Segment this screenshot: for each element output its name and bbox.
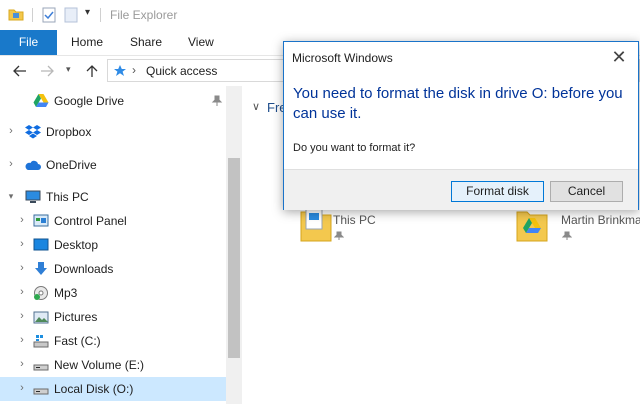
pin-icon[interactable] xyxy=(334,231,344,241)
divider xyxy=(100,8,101,22)
chevron-right-icon[interactable]: › xyxy=(17,382,27,394)
dialog-question: Do you want to format it? xyxy=(293,142,416,154)
nav-item-label: Desktop xyxy=(54,238,99,252)
nav-item-drive-o[interactable]: › Local Disk (O:) xyxy=(0,377,226,401)
star-icon xyxy=(114,65,126,76)
new-folder-icon[interactable] xyxy=(64,7,78,23)
tile-label[interactable]: This PC xyxy=(333,213,376,227)
chevron-right-icon[interactable]: › xyxy=(17,238,27,250)
nav-item-dropbox[interactable]: › Dropbox xyxy=(0,120,226,144)
nav-item-label: This PC xyxy=(46,190,89,204)
back-arrow-icon[interactable] xyxy=(13,65,27,77)
folder-icon[interactable] xyxy=(300,206,332,242)
nav-item-label: OneDrive xyxy=(46,158,97,172)
chevron-down-icon[interactable]: ∨ xyxy=(252,100,260,113)
chevron-right-icon[interactable]: › xyxy=(6,158,16,170)
title-bar: ▾ File Explorer xyxy=(0,0,640,30)
dialog-button-bar: Format disk Cancel xyxy=(284,169,638,210)
disc-drive-icon xyxy=(34,286,48,300)
tab-share[interactable]: Share xyxy=(130,30,162,55)
nav-item-drive-e[interactable]: › New Volume (E:) xyxy=(0,353,226,377)
tab-file[interactable]: File xyxy=(0,30,57,55)
qat-dropdown-icon[interactable]: ▾ xyxy=(85,7,90,18)
nav-item-desktop[interactable]: › Desktop xyxy=(0,233,226,257)
chevron-right-icon[interactable]: › xyxy=(17,358,27,370)
properties-icon[interactable] xyxy=(42,7,56,23)
google-drive-icon xyxy=(33,94,49,107)
dialog-title-bar[interactable]: Microsoft Windows ✕ xyxy=(284,42,638,72)
format-disk-dialog: Microsoft Windows ✕ You need to format t… xyxy=(283,41,639,210)
computer-icon xyxy=(25,190,41,203)
forward-arrow-icon[interactable] xyxy=(40,65,54,77)
nav-item-google-drive[interactable]: Google Drive xyxy=(0,89,226,113)
nav-item-downloads[interactable]: › Downloads xyxy=(0,257,226,281)
tab-home[interactable]: Home xyxy=(71,30,103,55)
chevron-right-icon[interactable]: › xyxy=(17,286,27,298)
nav-scrollbar-thumb[interactable] xyxy=(228,158,240,358)
nav-item-label: Pictures xyxy=(54,310,98,324)
divider xyxy=(32,8,33,22)
download-arrow-icon xyxy=(35,262,47,275)
up-arrow-icon[interactable] xyxy=(86,64,98,78)
nav-item-onedrive[interactable]: › OneDrive xyxy=(0,153,226,177)
chevron-right-icon[interactable]: › xyxy=(17,310,27,322)
chevron-right-icon[interactable]: › xyxy=(6,125,16,137)
nav-item-label: Fast (C:) xyxy=(54,334,101,348)
recent-locations-icon[interactable]: ▾ xyxy=(66,64,71,75)
google-drive-folder-icon[interactable] xyxy=(516,206,548,242)
tile-label[interactable]: Martin Brinkma xyxy=(561,213,640,227)
folder-icon[interactable] xyxy=(8,7,24,21)
address-path[interactable]: Quick access xyxy=(146,64,217,78)
pin-icon[interactable] xyxy=(562,231,572,241)
chevron-right-icon[interactable]: › xyxy=(17,262,27,274)
pin-icon[interactable] xyxy=(211,95,223,107)
nav-item-label: Local Disk (O:) xyxy=(54,382,134,396)
drive-icon xyxy=(33,364,49,371)
onedrive-cloud-icon xyxy=(25,160,41,170)
pictures-icon xyxy=(33,311,49,324)
nav-item-control-panel[interactable]: › Control Panel xyxy=(0,209,226,233)
format-disk-button[interactable]: Format disk xyxy=(451,181,544,202)
chevron-down-icon[interactable]: ▾ xyxy=(6,191,16,202)
nav-item-label: Mp3 xyxy=(54,286,78,300)
navigation-pane: Google Drive › Dropbox › OneDrive ▾ This… xyxy=(0,86,226,404)
drive-icon xyxy=(33,388,49,395)
desktop-icon xyxy=(33,238,49,251)
nav-item-drive-c[interactable]: › Fast (C:) xyxy=(0,329,226,353)
nav-item-label: Downloads xyxy=(54,262,114,276)
window-title: File Explorer xyxy=(110,8,178,22)
control-panel-icon xyxy=(33,214,49,227)
close-icon[interactable]: ✕ xyxy=(604,46,634,68)
nav-item-mp3[interactable]: › Mp3 xyxy=(0,281,226,305)
nav-item-label: New Volume (E:) xyxy=(54,358,145,372)
dialog-title: Microsoft Windows xyxy=(292,51,393,65)
tab-view[interactable]: View xyxy=(188,30,214,55)
nav-item-label: Google Drive xyxy=(54,94,125,108)
nav-item-label: Control Panel xyxy=(54,214,127,228)
dropbox-icon xyxy=(25,125,41,139)
chevron-right-icon[interactable]: › xyxy=(17,334,27,346)
cancel-button[interactable]: Cancel xyxy=(550,181,623,202)
dialog-main-instruction: You need to format the disk in drive O: … xyxy=(293,85,623,122)
nav-item-label: Dropbox xyxy=(46,125,92,139)
system-drive-icon xyxy=(33,335,49,348)
chevron-right-icon[interactable]: › xyxy=(17,214,27,226)
nav-item-pictures[interactable]: › Pictures xyxy=(0,305,226,329)
breadcrumb-chevron-icon[interactable]: › xyxy=(132,63,136,77)
nav-item-this-pc[interactable]: ▾ This PC xyxy=(0,185,226,209)
